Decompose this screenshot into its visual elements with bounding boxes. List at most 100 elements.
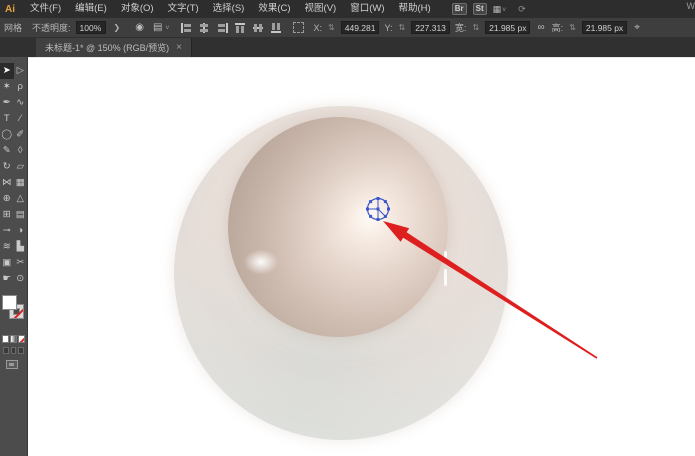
menu-bar: Ai 文件(F) 编辑(E) 对象(O) 文字(T) 选择(S) 效果(C) 视图(V) 窗口… bbox=[0, 0, 695, 18]
menu-items: 文件(F) 编辑(E) 对象(O) 文字(T) 选择(S) 效果(C) 视图(V) 窗口(W)… bbox=[23, 0, 438, 18]
curvature-tool[interactable]: ∿ bbox=[14, 95, 28, 111]
menu-item[interactable]: 窗口(W) bbox=[343, 0, 391, 18]
drawing-mode-buttons bbox=[0, 343, 27, 354]
menu-item[interactable]: 文字(T) bbox=[161, 0, 206, 18]
illustrator-window: Ai 文件(F) 编辑(E) 对象(O) 文字(T) 选择(S) 效果(C) 视图(V) 窗口… bbox=[0, 0, 695, 456]
selection-tool[interactable]: ➤ bbox=[0, 63, 14, 79]
magic-wand-tool[interactable]: ✶ bbox=[0, 79, 14, 95]
recolor-artwork-icon[interactable]: ◉ bbox=[133, 22, 146, 33]
x-input[interactable]: 449.281 bbox=[340, 21, 380, 34]
stepper-icon[interactable]: ⇅ bbox=[569, 23, 576, 32]
menu-item[interactable]: 编辑(E) bbox=[68, 0, 114, 18]
width-tool[interactable]: ⋈ bbox=[0, 175, 14, 191]
mesh-tool[interactable]: ⊞ bbox=[0, 207, 14, 223]
screen-mode-button[interactable] bbox=[6, 360, 18, 369]
stock-button[interactable]: St bbox=[472, 3, 487, 15]
align-vertical-top-icon[interactable] bbox=[234, 22, 247, 34]
selection-type-label: 网格 bbox=[4, 23, 23, 33]
align-vertical-bottom-icon[interactable] bbox=[270, 22, 283, 34]
align-horizontal-center-icon[interactable] bbox=[198, 22, 211, 34]
pencil-tool[interactable]: ✎ bbox=[0, 143, 14, 159]
menu-item[interactable]: 选择(S) bbox=[206, 0, 252, 18]
scale-tool[interactable]: ▱ bbox=[14, 159, 28, 175]
draw-inside-button[interactable] bbox=[18, 347, 25, 354]
document-tab-bar: 未标题-1* @ 150% (RGB/预览) × bbox=[0, 37, 695, 57]
free-transform-tool[interactable]: ▦ bbox=[14, 175, 28, 191]
direct-selection-tool[interactable]: ▷ bbox=[14, 63, 28, 79]
blend-tool[interactable]: ◑ bbox=[14, 223, 28, 239]
chevron-down-icon: ˅ bbox=[165, 25, 170, 32]
sync-icon[interactable]: ⟳ bbox=[518, 4, 526, 15]
highlight-streak bbox=[444, 251, 447, 264]
tools-panel: ∙∙ ➤ ▷ ✶ ρ ✒ ∿ T ∕ ◯ ✐ ✎ ◊ ↻ ▱ ⋈ ▦ ⊕ △ ⊞ ▤ ⊸ ◑ ≋ ▙ ▣ ✂ ☛ ⊙ bbox=[0, 57, 28, 456]
gradient-tool[interactable]: ▤ bbox=[14, 207, 28, 223]
pearl-inner-sphere bbox=[228, 117, 448, 337]
graphic-style-icon: ▤ bbox=[152, 22, 163, 33]
lasso-tool[interactable]: ρ bbox=[14, 79, 28, 95]
artboard-canvas[interactable] bbox=[28, 57, 695, 456]
zoom-tool[interactable]: ⊙ bbox=[14, 271, 28, 287]
align-group bbox=[180, 22, 283, 34]
width-input[interactable]: 21.985 px bbox=[485, 21, 531, 34]
type-tool[interactable]: T bbox=[0, 111, 14, 127]
pen-tool[interactable]: ✒ bbox=[0, 95, 14, 111]
opacity-label: 不透明度: bbox=[32, 23, 71, 33]
gradient-button[interactable] bbox=[10, 335, 17, 343]
artboard-tool[interactable]: ▣ bbox=[0, 255, 14, 271]
draw-behind-button[interactable] bbox=[10, 347, 17, 354]
hand-tool[interactable]: ☛ bbox=[0, 271, 14, 287]
align-horizontal-right-icon[interactable] bbox=[216, 22, 229, 34]
menu-item[interactable]: 帮助(H) bbox=[392, 0, 438, 18]
control-bar: 网格 不透明度: 100% ❯ ◉ ▤ ˅ X: ⇅ 449.281 Y: ⇅ 2… bbox=[0, 18, 695, 37]
menu-item[interactable]: 对象(O) bbox=[114, 0, 161, 18]
stepper-icon[interactable]: ⇅ bbox=[472, 23, 479, 32]
paintbrush-tool[interactable]: ✐ bbox=[14, 127, 28, 143]
menu-item[interactable]: 视图(V) bbox=[298, 0, 344, 18]
opacity-dropdown-icon[interactable]: ❯ bbox=[111, 23, 124, 32]
style-options-button[interactable]: ▤ ˅ bbox=[151, 22, 170, 33]
symbol-sprayer-tool[interactable]: ≋ bbox=[0, 239, 14, 255]
chevron-down-icon: ˅ bbox=[502, 6, 507, 14]
y-label: Y: bbox=[384, 22, 393, 33]
menu-item[interactable]: 效果(C) bbox=[251, 0, 297, 18]
rotate-tool[interactable]: ↻ bbox=[0, 159, 14, 175]
column-graph-tool[interactable]: ▙ bbox=[14, 239, 28, 255]
fill-stroke-widget bbox=[0, 295, 28, 333]
draw-normal-button[interactable] bbox=[3, 347, 9, 354]
clipped-right-text: W bbox=[686, 1, 695, 11]
slice-tool[interactable]: ✂ bbox=[14, 255, 28, 271]
shape-builder-tool[interactable]: ⊕ bbox=[0, 191, 14, 207]
workspace-icon: ▦ bbox=[492, 3, 502, 14]
fill-color-swatch[interactable] bbox=[2, 295, 17, 310]
constrain-proportions-icon[interactable]: ∞ bbox=[535, 22, 546, 33]
eraser-tool[interactable]: ◊ bbox=[14, 143, 28, 159]
height-label: 高: bbox=[551, 23, 564, 33]
ellipse-tool[interactable]: ◯ bbox=[0, 127, 14, 143]
color-button[interactable] bbox=[2, 335, 9, 343]
eyedropper-tool[interactable]: ⊸ bbox=[0, 223, 14, 239]
menu-item[interactable]: 文件(F) bbox=[23, 0, 68, 18]
stepper-icon[interactable]: ⇅ bbox=[398, 23, 405, 32]
y-input[interactable]: 227.313 bbox=[411, 21, 450, 34]
bridge-button[interactable]: Br bbox=[451, 3, 467, 15]
align-options-icon[interactable] bbox=[292, 22, 304, 33]
document-title: 未标题-1* @ 150% (RGB/预览) bbox=[45, 43, 170, 53]
color-type-buttons bbox=[0, 333, 27, 343]
none-button[interactable] bbox=[18, 335, 25, 343]
workspace-switcher-button[interactable]: ▦˅ bbox=[493, 4, 507, 15]
x-label: X: bbox=[313, 22, 323, 33]
align-horizontal-left-icon[interactable] bbox=[180, 22, 193, 34]
selected-mesh-point[interactable] bbox=[360, 193, 396, 229]
close-icon[interactable]: × bbox=[176, 42, 182, 53]
opacity-input[interactable]: 100% bbox=[75, 21, 106, 34]
transform-panel-icon[interactable]: ⌖ bbox=[632, 22, 642, 33]
perspective-grid-tool[interactable]: △ bbox=[14, 191, 28, 207]
width-label: 宽: bbox=[454, 23, 467, 33]
align-vertical-middle-icon[interactable] bbox=[252, 22, 265, 34]
height-input[interactable]: 21.985 px bbox=[581, 21, 628, 34]
tool-list: ➤ ▷ ✶ ρ ✒ ∿ T ∕ ◯ ✐ ✎ ◊ ↻ ▱ ⋈ ▦ ⊕ △ ⊞ ▤ ⊸ ◑ ≋ ▙ ▣ ✂ ☛ ⊙ bbox=[0, 63, 27, 287]
stepper-icon[interactable]: ⇅ bbox=[328, 23, 335, 32]
line-segment-tool[interactable]: ∕ bbox=[14, 111, 28, 127]
app-logo: Ai bbox=[5, 3, 15, 15]
document-tab[interactable]: 未标题-1* @ 150% (RGB/预览) × bbox=[36, 38, 193, 57]
